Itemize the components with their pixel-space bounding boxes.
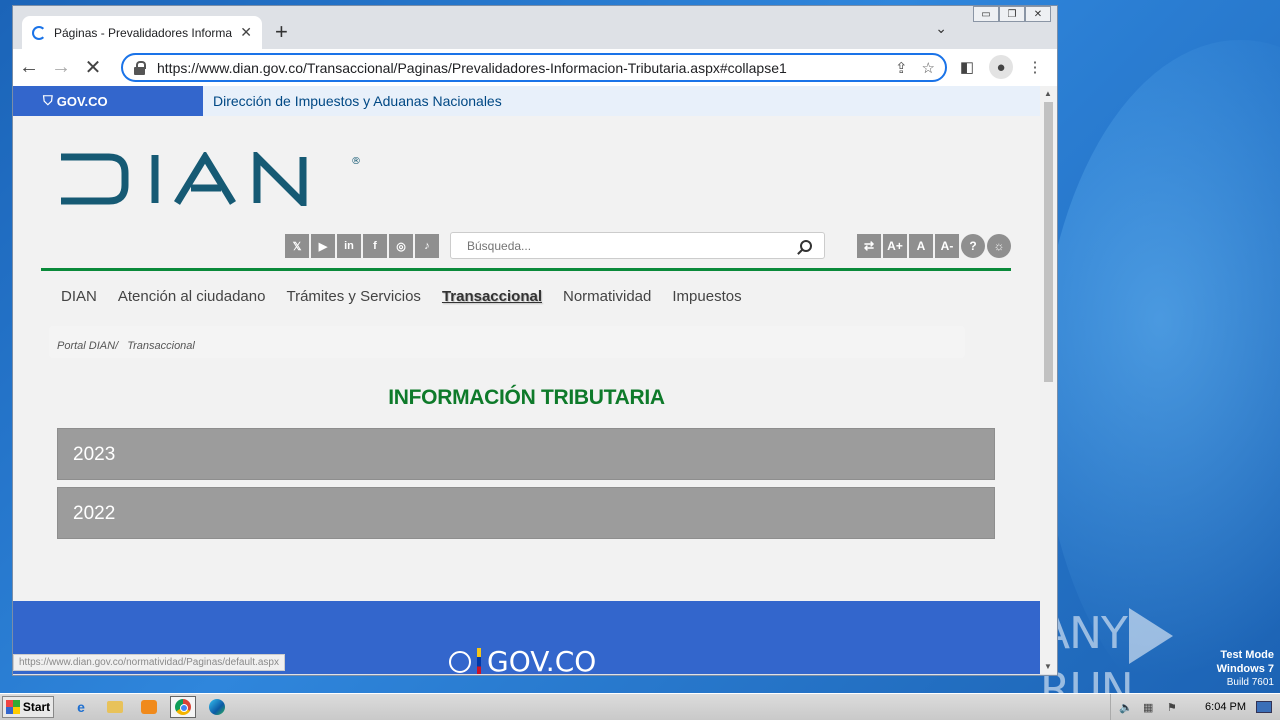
network-icon[interactable]: ▦ xyxy=(1143,701,1157,714)
system-tray: 🔈 ▦ ⚑ 6:04 PM xyxy=(1110,694,1280,720)
test-mode-notice: Test Mode Windows 7 Build 7601 xyxy=(1217,648,1274,690)
profile-avatar-icon[interactable]: ● xyxy=(989,55,1013,79)
accordion-2022[interactable]: 2022 xyxy=(57,487,995,539)
font-reset-button[interactable]: A xyxy=(909,234,933,258)
stop-loading-button[interactable]: ✕ xyxy=(77,52,109,84)
test-mode-line: Test Mode xyxy=(1220,649,1274,661)
share-icon[interactable]: ⇪ xyxy=(895,59,908,77)
tab-search-button[interactable]: ⌄ xyxy=(935,20,947,37)
taskbar: Start e 🔈 ▦ ⚑ 6:04 PM xyxy=(0,693,1280,720)
accessibility-tools: ⇄ A+ A A- ? ☼ xyxy=(857,234,1011,258)
contrast-toggle-icon[interactable]: ⇄ xyxy=(857,234,881,258)
minimize-button[interactable]: ▭ xyxy=(973,6,999,22)
action-center-flag-icon[interactable]: ⚑ xyxy=(1167,701,1181,714)
gov-top-bar: ⛉ GOV.CO Dirección de Impuestos y Aduana… xyxy=(13,86,1040,116)
menu-kebab-icon[interactable]: ⋮ xyxy=(1023,55,1047,79)
header-divider xyxy=(41,268,1011,271)
scroll-up-icon[interactable]: ▲ xyxy=(1044,89,1052,98)
dian-logo[interactable]: ® xyxy=(59,148,363,212)
tab-close-icon[interactable]: ✕ xyxy=(240,24,252,41)
gov-co-logo[interactable]: ⛉ GOV.CO xyxy=(13,86,203,116)
breadcrumb-portal[interactable]: Portal DIAN/ xyxy=(57,340,118,352)
footer-gov-co-label: GOV.CO xyxy=(487,645,597,674)
new-tab-button[interactable]: + xyxy=(275,19,288,45)
media-player-taskbar-button[interactable] xyxy=(136,696,162,718)
menu-item-dian[interactable]: DIAN xyxy=(61,288,97,305)
toolbar-right: ◧ ● ⋮ xyxy=(955,55,1047,79)
footer-gov-co-logo[interactable]: GOV.CO xyxy=(449,645,596,674)
breadcrumb-current: Transaccional xyxy=(127,340,195,352)
youtube-icon[interactable]: ▶ xyxy=(311,234,335,258)
page-viewport: ⛉ GOV.CO Dirección de Impuestos y Aduana… xyxy=(13,86,1040,674)
main-menu: DIAN Atención al ciudadano Trámites y Se… xyxy=(61,288,742,305)
site-search xyxy=(450,232,825,259)
chrome-taskbar-button[interactable] xyxy=(170,696,196,718)
menu-item-atencion[interactable]: Atención al ciudadano xyxy=(118,288,266,305)
shield-icon: ⛉ xyxy=(43,93,53,108)
help-icon[interactable]: ? xyxy=(961,234,985,258)
menu-item-transaccional[interactable]: Transaccional xyxy=(442,288,542,305)
explorer-taskbar-button[interactable] xyxy=(102,696,128,718)
start-button[interactable]: Start xyxy=(2,696,54,718)
chrome-icon xyxy=(175,699,191,715)
bookmark-star-icon[interactable]: ☆ xyxy=(922,59,935,77)
brightness-icon[interactable]: ☼ xyxy=(987,234,1011,258)
search-icon[interactable] xyxy=(800,239,812,252)
back-button[interactable]: ← xyxy=(13,52,45,84)
colombia-seal-icon xyxy=(449,650,471,673)
volume-icon[interactable]: 🔈 xyxy=(1119,701,1133,714)
social-links: 𝕏 ▶ in f ◎ ♪ xyxy=(285,234,439,258)
accordion-2023[interactable]: 2023 xyxy=(57,428,995,480)
taskbar-apps: e xyxy=(68,696,230,718)
build-line: Build 7601 xyxy=(1226,677,1274,688)
page-title: INFORMACIÓN TRIBUTARIA xyxy=(388,386,665,409)
font-decrease-button[interactable]: A- xyxy=(935,234,959,258)
scroll-down-icon[interactable]: ▼ xyxy=(1044,662,1052,671)
edge-taskbar-button[interactable] xyxy=(204,696,230,718)
folder-icon xyxy=(107,701,123,713)
close-window-button[interactable]: ✕ xyxy=(1025,6,1051,22)
facebook-icon[interactable]: f xyxy=(363,234,387,258)
internet-explorer-icon[interactable]: e xyxy=(68,696,94,718)
windows-version-line: Windows 7 xyxy=(1216,663,1274,675)
window-controls: ▭ ❐ ✕ xyxy=(973,6,1051,22)
tiktok-icon[interactable]: ♪ xyxy=(415,234,439,258)
edge-icon xyxy=(209,699,225,715)
browser-toolbar: ← → ✕ https://www.dian.gov.co/Transaccio… xyxy=(13,49,1057,86)
menu-item-tramites[interactable]: Trámites y Servicios xyxy=(286,288,420,305)
forward-button[interactable]: → xyxy=(45,52,77,84)
play-icon xyxy=(1128,608,1173,664)
gov-co-label: GOV.CO xyxy=(56,93,108,109)
anyrun-watermark: ANYRUN xyxy=(1040,608,1240,715)
scrollbar-thumb[interactable] xyxy=(1044,102,1053,382)
linkedin-icon[interactable]: in xyxy=(337,234,361,258)
browser-window: ▭ ❐ ✕ Páginas - Prevalidadores Informaci… xyxy=(12,5,1058,676)
lock-icon[interactable] xyxy=(133,60,147,75)
search-input[interactable] xyxy=(467,238,800,253)
instagram-icon[interactable]: ◎ xyxy=(389,234,413,258)
loading-spinner-icon xyxy=(32,25,46,40)
x-twitter-icon[interactable]: 𝕏 xyxy=(285,234,309,258)
side-panel-icon[interactable]: ◧ xyxy=(955,55,979,79)
menu-item-normatividad[interactable]: Normatividad xyxy=(563,288,651,305)
start-label: Start xyxy=(22,700,51,714)
windows-logo-icon xyxy=(5,700,20,714)
clock[interactable]: 6:04 PM xyxy=(1205,701,1246,713)
show-desktop-button[interactable] xyxy=(1256,701,1272,713)
gov-bar-entity: Dirección de Impuestos y Aduanas Naciona… xyxy=(213,93,502,109)
svg-text:®: ® xyxy=(351,156,361,167)
flag-bar xyxy=(477,647,481,674)
status-bar-url: https://www.dian.gov.co/normatividad/Pag… xyxy=(13,654,285,671)
browser-tab[interactable]: Páginas - Prevalidadores Informacion ✕ xyxy=(22,16,262,49)
media-player-icon xyxy=(141,700,157,714)
font-increase-button[interactable]: A+ xyxy=(883,234,907,258)
breadcrumb: Portal DIAN/ Transaccional xyxy=(49,326,965,358)
address-bar[interactable]: https://www.dian.gov.co/Transaccional/Pa… xyxy=(121,53,947,82)
tab-title: Páginas - Prevalidadores Informacion xyxy=(54,25,233,40)
url-text[interactable]: https://www.dian.gov.co/Transaccional/Pa… xyxy=(157,60,881,76)
menu-item-impuestos[interactable]: Impuestos xyxy=(672,288,741,305)
maximize-button[interactable]: ❐ xyxy=(999,6,1025,22)
page-scrollbar[interactable]: ▲ ▼ xyxy=(1040,86,1057,674)
